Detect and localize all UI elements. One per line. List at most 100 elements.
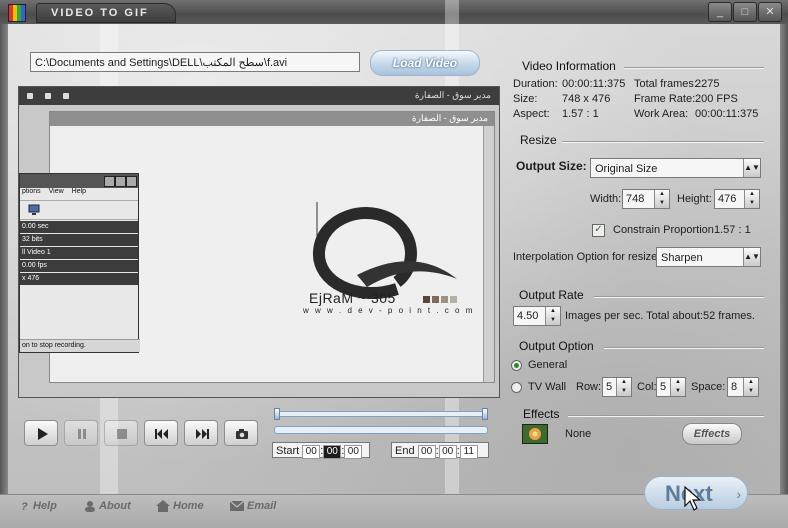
general-radio[interactable] [511,360,522,371]
end-seconds-field[interactable]: 11 [459,445,478,459]
maximize-button[interactable]: □ [733,2,757,22]
pause-icon [78,429,86,439]
mini-close-icon [126,176,137,187]
divider [562,141,764,143]
pause-button[interactable] [64,420,98,446]
interpolation-label: Interpolation Option for resize: [513,251,661,263]
seek-end-handle[interactable] [482,408,488,420]
effects-button[interactable]: Effects [682,423,742,445]
width-value: 748 [626,193,645,205]
constrain-label[interactable]: Constrain Proportion [613,224,714,236]
video-to-gif-window: VIDEO TO GIF _ □ ✕ C:\Documents and Sett… [0,0,788,528]
mini-menu: ptions View Help [20,188,138,201]
email-icon [229,500,245,512]
range-bar[interactable] [274,426,488,434]
chevron-down-icon[interactable]: ▲▼ [743,248,760,266]
mini-row: 0.00 sec [20,221,138,233]
load-video-button[interactable]: Load Video [370,50,480,76]
logo-square [441,296,448,303]
start-label: Start [276,445,300,457]
seek-slider[interactable] [274,408,488,420]
preview-dot [27,93,33,99]
start-minutes-field[interactable]: 00 [323,445,342,459]
aspect-value: 1.57 : 1 [562,108,599,120]
mouse-cursor-icon [684,486,702,511]
mini-minimize-icon [104,176,115,187]
end-minutes-field[interactable]: 00 [438,445,457,459]
start-hours-field[interactable]: 00 [302,445,321,459]
window-title: VIDEO TO GIF [36,3,176,23]
start-seconds-field[interactable]: 00 [344,445,363,459]
fast-forward-icon [196,429,209,439]
play-button[interactable] [24,420,58,446]
frame-rate-label: Frame Rate: [634,93,696,105]
work-area-value: 00:00:11:375 [695,108,759,120]
output-rate-spinner[interactable]: 4.50 ▲ ▼ [513,306,561,326]
resize-title: Resize [520,133,557,147]
home-label: Home [173,500,204,512]
height-value: 476 [718,193,737,205]
video-info-title: Video Information [522,59,616,73]
tv-wall-radio[interactable] [511,382,522,393]
rewind-button[interactable] [144,420,178,446]
end-hours-field[interactable]: 00 [417,445,436,459]
mini-maximize-icon [115,176,126,187]
window-frame-left [0,24,8,494]
space-value: 8 [731,381,738,393]
chevron-down-icon[interactable]: ▲▼ [743,159,760,177]
about-link[interactable]: About [84,500,131,513]
spin-arrows-icon[interactable]: ▲ ▼ [744,190,759,208]
output-size-value: Original Size [595,163,658,175]
spin-arrows-icon[interactable]: ▲ ▼ [670,378,685,396]
spin-arrows-icon[interactable]: ▲ ▼ [545,307,560,325]
spin-arrows-icon[interactable]: ▲ ▼ [654,190,669,208]
minimize-button[interactable]: _ [708,2,732,22]
help-icon: ? [21,501,28,513]
stop-button[interactable] [104,420,138,446]
height-spinner[interactable]: 476 ▲ ▼ [714,189,760,209]
preview-dot [63,93,69,99]
preview-inner-scrollbar [483,126,494,382]
spin-arrows-icon[interactable]: ▲ ▼ [743,378,758,396]
col-label: Col: [637,381,657,393]
about-label: About [99,500,131,512]
interpolation-select[interactable]: Sharpen ▲▼ [656,247,761,267]
help-link[interactable]: ? Help [20,500,57,513]
row-spinner[interactable]: 5 ▲ ▼ [602,377,632,397]
home-link[interactable]: Home [156,500,204,513]
snapshot-button[interactable] [224,420,258,446]
video-preview: مدير سوق - الصفارة مدير سوق - الصفارة Ej… [18,86,500,398]
output-option-title: Output Option [519,339,594,353]
home-icon [156,500,170,513]
duration-value: 00:00:11:375 [562,78,626,90]
play-icon [38,428,48,440]
constrain-checkbox[interactable]: ✓ [592,224,605,237]
logo-name: EjRaM ~ 305 [309,290,396,306]
row-value: 5 [606,381,613,393]
preview-caption: مدير سوق - الصفارة [414,90,491,100]
window-frame-right [780,24,788,494]
general-label[interactable]: General [528,359,567,371]
effects-thumbnail [522,424,548,444]
constrain-ratio: 1.57 : 1 [714,224,751,236]
email-link[interactable]: Email [229,500,276,512]
close-button[interactable]: ✕ [758,2,782,22]
size-label: Size: [513,93,538,105]
video-path-field[interactable]: C:\Documents and Settings\DELL\سطح المكت… [30,52,360,72]
forward-button[interactable] [184,420,218,446]
tv-wall-label[interactable]: TV Wall [528,381,566,393]
logo-url: w w w . d e v - p o i n t . c o m [303,306,475,315]
spin-arrows-icon[interactable]: ▲ ▼ [616,378,631,396]
preview-titlebar: مدير سوق - الصفارة [19,87,499,105]
interpolation-value: Sharpen [661,252,703,264]
seek-start-handle[interactable] [274,408,280,420]
mini-titlebar [20,174,138,188]
width-spinner[interactable]: 748 ▲ ▼ [622,189,670,209]
title-bar[interactable]: VIDEO TO GIF _ □ ✕ [0,0,788,24]
mini-row: ll Video 1 [20,247,138,259]
seek-track[interactable] [274,411,488,417]
output-size-select[interactable]: Original Size ▲▼ [590,158,761,178]
col-spinner[interactable]: 5 ▲ ▼ [656,377,686,397]
space-spinner[interactable]: 8 ▲ ▼ [727,377,759,397]
size-value: 748 x 476 [562,93,611,105]
